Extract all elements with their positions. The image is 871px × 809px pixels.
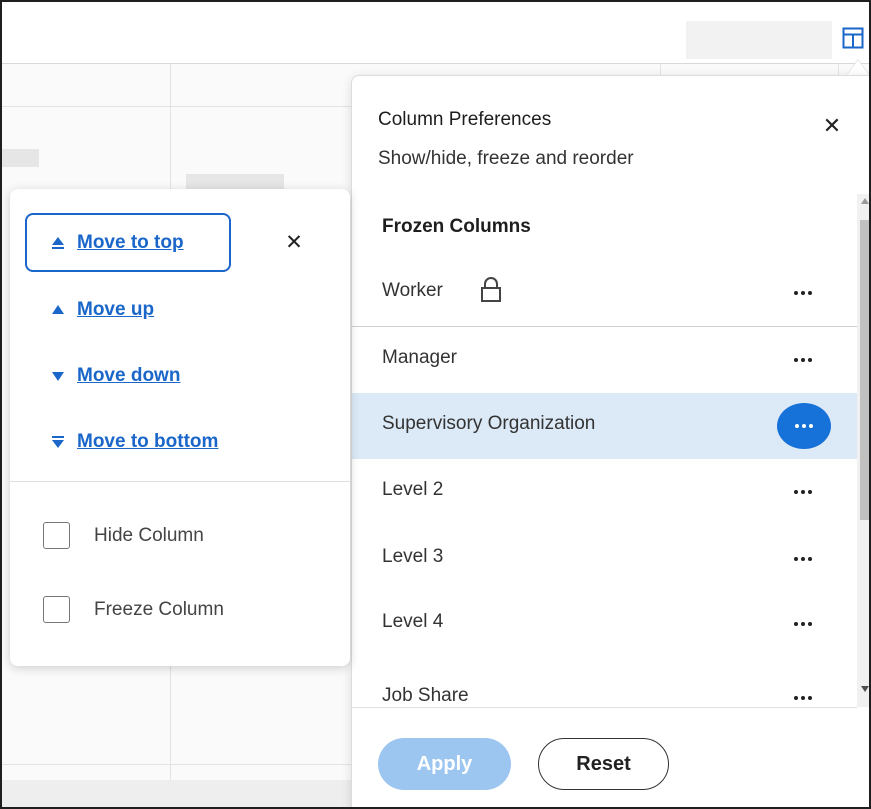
column-label: Supervisory Organization [382,413,596,434]
list-item[interactable]: Level 2 [352,459,857,525]
scroll-up-icon[interactable] [861,198,869,204]
scroll-down-icon[interactable] [861,686,869,692]
move-to-bottom-icon [52,436,64,448]
move-to-top-icon [52,236,64,249]
list-item-selected[interactable]: Supervisory Organization [352,393,857,459]
move-to-bottom-label: Move to bottom [77,431,219,452]
move-up-button[interactable]: Move up [51,299,154,321]
column-label: Worker [382,280,443,301]
column-list: Worker Manager Supervisory Organization … [352,260,857,707]
vertical-scrollbar[interactable] [857,194,869,707]
toolbar-field[interactable] [686,21,832,59]
column-preferences-icon[interactable] [842,27,864,49]
more-options-icon[interactable] [776,605,830,643]
hide-column-option[interactable]: Hide Column [43,522,204,549]
move-to-top-button[interactable]: Move to top [25,213,231,272]
list-item[interactable]: Level 3 [352,526,857,592]
app-window: Column Preferences Show/hide, freeze and… [0,0,871,809]
panel-title: Column Preferences [378,109,552,130]
freeze-column-checkbox[interactable] [43,596,70,623]
column-label: Level 3 [382,546,444,567]
move-down-icon [52,372,64,381]
close-icon[interactable]: ✕ [284,232,304,253]
more-options-icon[interactable] [776,540,830,578]
list-item[interactable]: Worker [352,260,857,327]
hide-column-checkbox[interactable] [43,522,70,549]
move-to-top-label: Move to top [77,231,184,253]
more-options-icon[interactable] [776,473,830,511]
list-item[interactable]: Manager [352,327,857,393]
more-options-icon[interactable] [776,679,830,707]
column-label: Level 2 [382,479,444,500]
column-label: Level 4 [382,611,444,632]
column-label: Job Share [382,685,469,706]
hide-column-label: Hide Column [94,524,204,546]
toolbar [2,2,869,64]
freeze-column-option[interactable]: Freeze Column [43,596,224,623]
apply-button[interactable]: Apply [378,738,511,790]
panel-subtitle: Show/hide, freeze and reorder [378,148,634,169]
lock-icon [481,277,501,302]
panel-footer: Apply Reset [352,707,857,807]
column-preferences-panel: Column Preferences Show/hide, freeze and… [351,75,869,807]
reset-button[interactable]: Reset [538,738,669,790]
table-placeholder [186,174,284,190]
column-label: Manager [382,347,457,368]
more-options-icon[interactable] [776,274,830,312]
popover-divider [10,481,350,482]
scroll-thumb[interactable] [860,220,869,520]
more-options-icon[interactable] [776,341,830,379]
more-options-icon[interactable] [777,403,831,449]
panel-caret [847,60,869,75]
column-options-popover: Move to top ✕ Move up Move down Move to … [10,189,350,666]
list-item[interactable]: Level 4 [352,591,857,657]
table-divider [2,106,362,107]
horizontal-scroll-area[interactable] [2,780,362,807]
list-item[interactable]: Job Share [352,665,857,707]
freeze-column-label: Freeze Column [94,598,224,620]
table-placeholder [2,149,39,167]
move-up-icon [52,305,64,314]
move-to-bottom-button[interactable]: Move to bottom [51,431,218,453]
table-divider [2,764,362,765]
move-down-label: Move down [77,365,181,386]
move-down-button[interactable]: Move down [51,365,180,387]
close-icon[interactable]: ✕ [822,115,842,137]
frozen-columns-heading: Frozen Columns [382,216,531,237]
move-up-label: Move up [77,299,155,320]
